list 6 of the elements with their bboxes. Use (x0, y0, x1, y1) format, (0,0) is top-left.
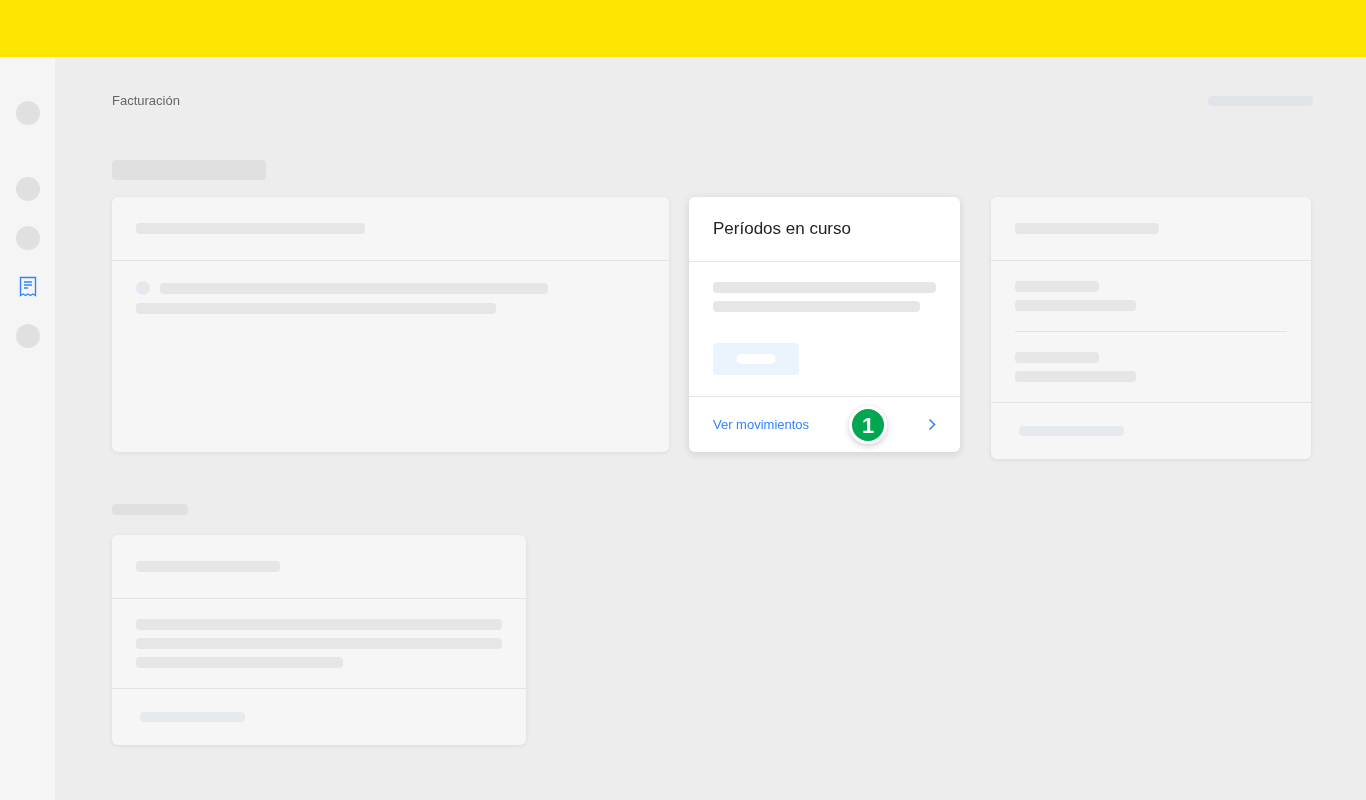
receipt-icon[interactable] (18, 276, 37, 298)
chevron-right-icon[interactable] (928, 418, 936, 431)
step-badge: 1 (849, 406, 887, 444)
card-title: Períodos en curso (713, 218, 851, 241)
breadcrumb[interactable]: Facturación (112, 91, 180, 111)
see-movements-link[interactable]: Ver movimientos (713, 414, 810, 435)
